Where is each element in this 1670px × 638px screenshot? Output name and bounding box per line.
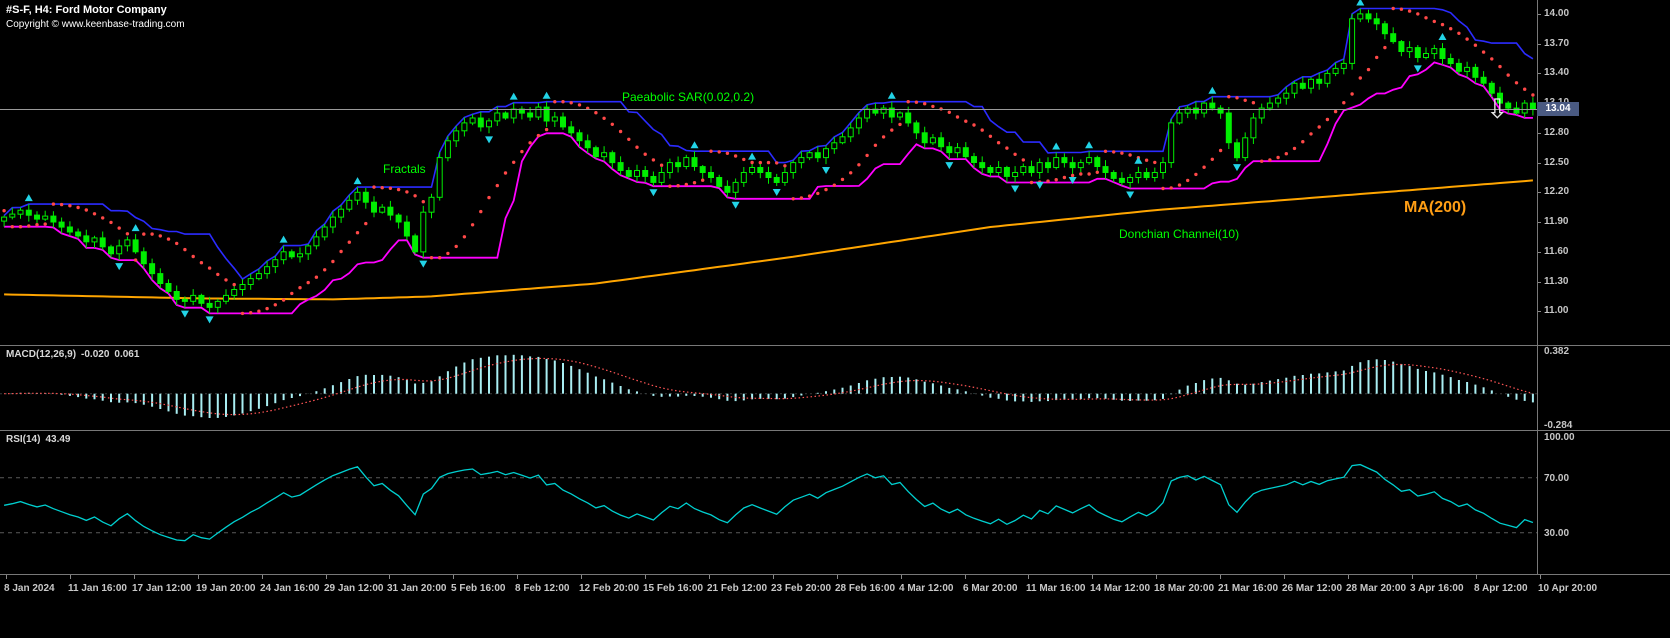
rsi-panel[interactable]: RSI(14) 43.49 bbox=[0, 431, 1537, 574]
time-label: 29 Jan 12:00 bbox=[324, 583, 384, 594]
axis-separator bbox=[1537, 0, 1538, 575]
time-tick bbox=[901, 575, 902, 579]
price-label: 13.70 bbox=[1544, 38, 1570, 49]
rsi-axis-label: 30.00 bbox=[1544, 528, 1570, 539]
macd-axis-label: 0.382 bbox=[1544, 346, 1570, 357]
time-tick bbox=[326, 575, 327, 579]
price-label: 11.60 bbox=[1544, 246, 1569, 257]
time-axis[interactable]: 8 Jan 2024 11 Jan 16:00 17 Jan 12:00 19 Jan… bbox=[0, 575, 1670, 638]
rsi-chart bbox=[0, 431, 1537, 579]
macd-chart bbox=[0, 346, 1537, 435]
macd-axis[interactable]: 0.382 -0.284 bbox=[1537, 346, 1670, 431]
copyright-text: Copyright © www.keenbase-trading.com bbox=[6, 19, 185, 30]
candlestick-chart[interactable] bbox=[0, 0, 1537, 350]
time-tick bbox=[134, 575, 135, 579]
time-label: 21 Feb 12:00 bbox=[707, 583, 768, 594]
time-label: 11 Jan 16:00 bbox=[68, 583, 127, 594]
time-tick bbox=[645, 575, 646, 579]
time-label: 28 Mar 20:00 bbox=[1346, 583, 1407, 594]
price-label: 14.00 bbox=[1544, 8, 1570, 19]
current-price-value: 13.04 bbox=[1545, 103, 1571, 114]
time-tick bbox=[198, 575, 199, 579]
time-tick bbox=[1092, 575, 1093, 579]
price-label: 11.00 bbox=[1544, 305, 1569, 316]
price-label: 12.20 bbox=[1544, 186, 1570, 197]
time-tick bbox=[1476, 575, 1477, 579]
price-label: 12.50 bbox=[1544, 157, 1570, 168]
time-tick bbox=[1156, 575, 1157, 579]
time-label: 8 Apr 12:00 bbox=[1474, 583, 1528, 594]
time-tick bbox=[262, 575, 263, 579]
time-tick bbox=[709, 575, 710, 579]
rsi-axis-label: 100.00 bbox=[1544, 432, 1575, 443]
ma200-label: MA(200) bbox=[1404, 199, 1467, 216]
current-price-line bbox=[0, 109, 1537, 110]
time-tick bbox=[1220, 575, 1221, 579]
macd-signal-value: 0.061 bbox=[114, 349, 140, 360]
rsi-indicator-label: RSI(14) 43.49 bbox=[6, 434, 75, 445]
current-price-tag: 13.04 bbox=[1537, 102, 1579, 116]
time-label: 19 Jan 20:00 bbox=[196, 583, 256, 594]
time-label: 15 Feb 16:00 bbox=[643, 583, 704, 594]
time-label: 8 Feb 12:00 bbox=[515, 583, 570, 594]
symbol-info: #S-F, H4: Ford Motor Company bbox=[6, 4, 167, 16]
price-label: 13.40 bbox=[1544, 67, 1570, 78]
time-tick bbox=[965, 575, 966, 579]
time-tick bbox=[6, 575, 7, 579]
price-label: 11.30 bbox=[1544, 276, 1569, 287]
rsi-axis[interactable]: 100.00 70.00 30.00 bbox=[1537, 431, 1670, 574]
down-arrow-icon[interactable]: ⇩ bbox=[1486, 96, 1509, 123]
macd-main-value: -0.020 bbox=[81, 349, 110, 360]
time-label: 21 Mar 16:00 bbox=[1218, 583, 1279, 594]
time-tick bbox=[1348, 575, 1349, 579]
time-label: 28 Feb 16:00 bbox=[835, 583, 896, 594]
macd-indicator-label: MACD(12,26,9) -0.020 0.061 bbox=[6, 349, 144, 360]
time-label: 12 Feb 20:00 bbox=[579, 583, 640, 594]
time-tick bbox=[389, 575, 390, 579]
time-tick bbox=[453, 575, 454, 579]
donchian-label: Donchian Channel(10) bbox=[1119, 227, 1240, 241]
time-label: 4 Mar 12:00 bbox=[899, 583, 954, 594]
time-label: 5 Feb 16:00 bbox=[451, 583, 506, 594]
macd-panel[interactable]: MACD(12,26,9) -0.020 0.061 bbox=[0, 346, 1537, 430]
time-tick bbox=[581, 575, 582, 579]
time-label: 18 Mar 20:00 bbox=[1154, 583, 1215, 594]
time-label: 26 Mar 12:00 bbox=[1282, 583, 1343, 594]
price-label: 11.90 bbox=[1544, 216, 1569, 227]
time-label: 14 Mar 12:00 bbox=[1090, 583, 1151, 594]
time-label: 8 Jan 2024 bbox=[4, 583, 55, 594]
time-label: 31 Jan 20:00 bbox=[387, 583, 447, 594]
time-label: 11 Mar 16:00 bbox=[1026, 583, 1086, 594]
time-tick bbox=[70, 575, 71, 579]
macd-axis-label: -0.284 bbox=[1544, 420, 1573, 431]
time-label: 3 Apr 16:00 bbox=[1410, 583, 1464, 594]
time-tick bbox=[1028, 575, 1029, 579]
time-tick bbox=[773, 575, 774, 579]
time-label: 17 Jan 12:00 bbox=[132, 583, 192, 594]
time-label: 10 Apr 20:00 bbox=[1538, 583, 1598, 594]
rsi-axis-label: 70.00 bbox=[1544, 473, 1570, 484]
time-tick bbox=[517, 575, 518, 579]
psar-label: Paeabolic SAR(0.02,0.2) bbox=[622, 90, 755, 104]
time-tick bbox=[1284, 575, 1285, 579]
price-chart-panel[interactable]: #S-F, H4: Ford Motor Company Copyright ©… bbox=[0, 0, 1537, 345]
time-label: 24 Jan 16:00 bbox=[260, 583, 320, 594]
fractals-label: Fractals bbox=[383, 162, 426, 176]
price-label: 12.80 bbox=[1544, 127, 1570, 138]
price-axis[interactable]: 13.04 14.0013.7013.4013.1012.8012.5012.2… bbox=[1537, 0, 1670, 345]
mt-chart-window: #S-F, H4: Ford Motor Company Copyright ©… bbox=[0, 0, 1670, 638]
macd-name: MACD(12,26,9) bbox=[6, 349, 77, 360]
time-label: 23 Feb 20:00 bbox=[771, 583, 832, 594]
time-tick bbox=[1540, 575, 1541, 579]
time-tick bbox=[1412, 575, 1413, 579]
time-tick bbox=[837, 575, 838, 579]
time-label: 6 Mar 20:00 bbox=[963, 583, 1018, 594]
rsi-value: 43.49 bbox=[45, 434, 71, 445]
rsi-name: RSI(14) bbox=[6, 434, 41, 445]
